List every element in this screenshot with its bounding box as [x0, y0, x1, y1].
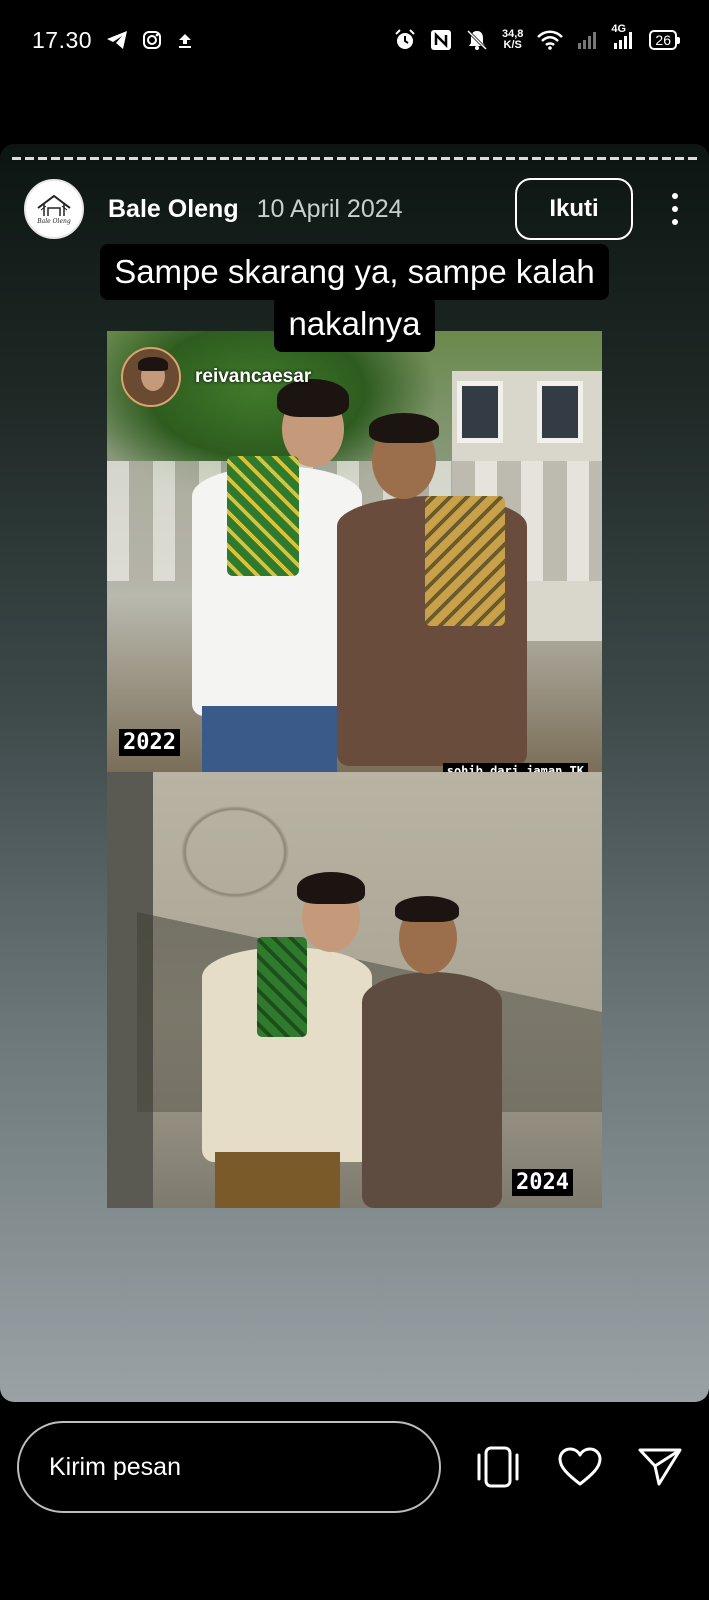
mention-tag[interactable]: reivancaesar: [121, 347, 311, 407]
jeans: [202, 706, 337, 772]
photo-caption-label: sohib dari jaman TK: [442, 763, 588, 772]
mute-icon: [466, 29, 488, 51]
window: [537, 381, 583, 443]
status-time: 17.30: [32, 26, 93, 53]
username[interactable]: Bale Oleng: [108, 195, 239, 224]
mention-avatar: [121, 347, 181, 407]
person-brown-shirt: [362, 972, 502, 1208]
story-progress-bar: [12, 157, 697, 160]
mention-username: reivancaesar: [195, 366, 312, 387]
signal-4g-icon: 4G: [611, 23, 635, 49]
house-logo-icon: [37, 194, 71, 216]
more-options-icon[interactable]: [665, 193, 685, 225]
photo-2022: reivancaesar 2022 sohib dari jaman TK: [107, 331, 602, 772]
battery-indicator: 26: [649, 30, 680, 50]
signal-icon: [577, 31, 599, 49]
follow-button[interactable]: Ikuti: [515, 178, 633, 240]
photo-2024: 2024: [107, 772, 602, 1208]
avatar[interactable]: Bale Oleng: [24, 179, 84, 239]
sarong: [215, 1152, 340, 1208]
bottom-bar: [0, 1402, 709, 1600]
story-caption: Sampe skarang ya, sampe kalah nakalnya: [0, 244, 709, 352]
year-label-2024: 2024: [512, 1169, 573, 1196]
year-label-2022: 2022: [119, 729, 180, 756]
story-viewer[interactable]: Bale Oleng Bale Oleng 10 April 2024 Ikut…: [0, 144, 709, 1402]
network-speed: 34,8 K/S: [502, 28, 524, 51]
hair: [369, 413, 439, 443]
hair: [297, 872, 365, 904]
avatar-logo-text: Bale Oleng: [37, 217, 71, 225]
caption-line: Sampe skarang ya, sampe kalah: [100, 244, 609, 300]
caption-line: nakalnya: [274, 296, 435, 352]
wifi-icon: [537, 30, 564, 50]
send-icon[interactable]: [637, 1446, 683, 1488]
alarm-icon: [394, 29, 416, 51]
status-bar: 17.30 34,8 K/S 4G 26: [0, 0, 709, 80]
post-date: 10 April 2024: [256, 194, 403, 223]
window: [457, 381, 503, 443]
nfc-icon: [430, 29, 452, 51]
prayer-mat: [425, 496, 505, 626]
story-header: Bale Oleng Bale Oleng 10 April 2024 Ikut…: [24, 177, 685, 241]
heart-icon[interactable]: [557, 1446, 603, 1488]
prayer-mat: [257, 937, 307, 1037]
upload-icon: [176, 31, 194, 49]
send-message-input[interactable]: [17, 1421, 441, 1513]
prayer-mat: [227, 456, 299, 576]
instagram-icon: [142, 30, 162, 50]
telegram-icon: [106, 30, 128, 50]
flip-card-icon[interactable]: [473, 1445, 523, 1489]
hair: [395, 896, 459, 922]
